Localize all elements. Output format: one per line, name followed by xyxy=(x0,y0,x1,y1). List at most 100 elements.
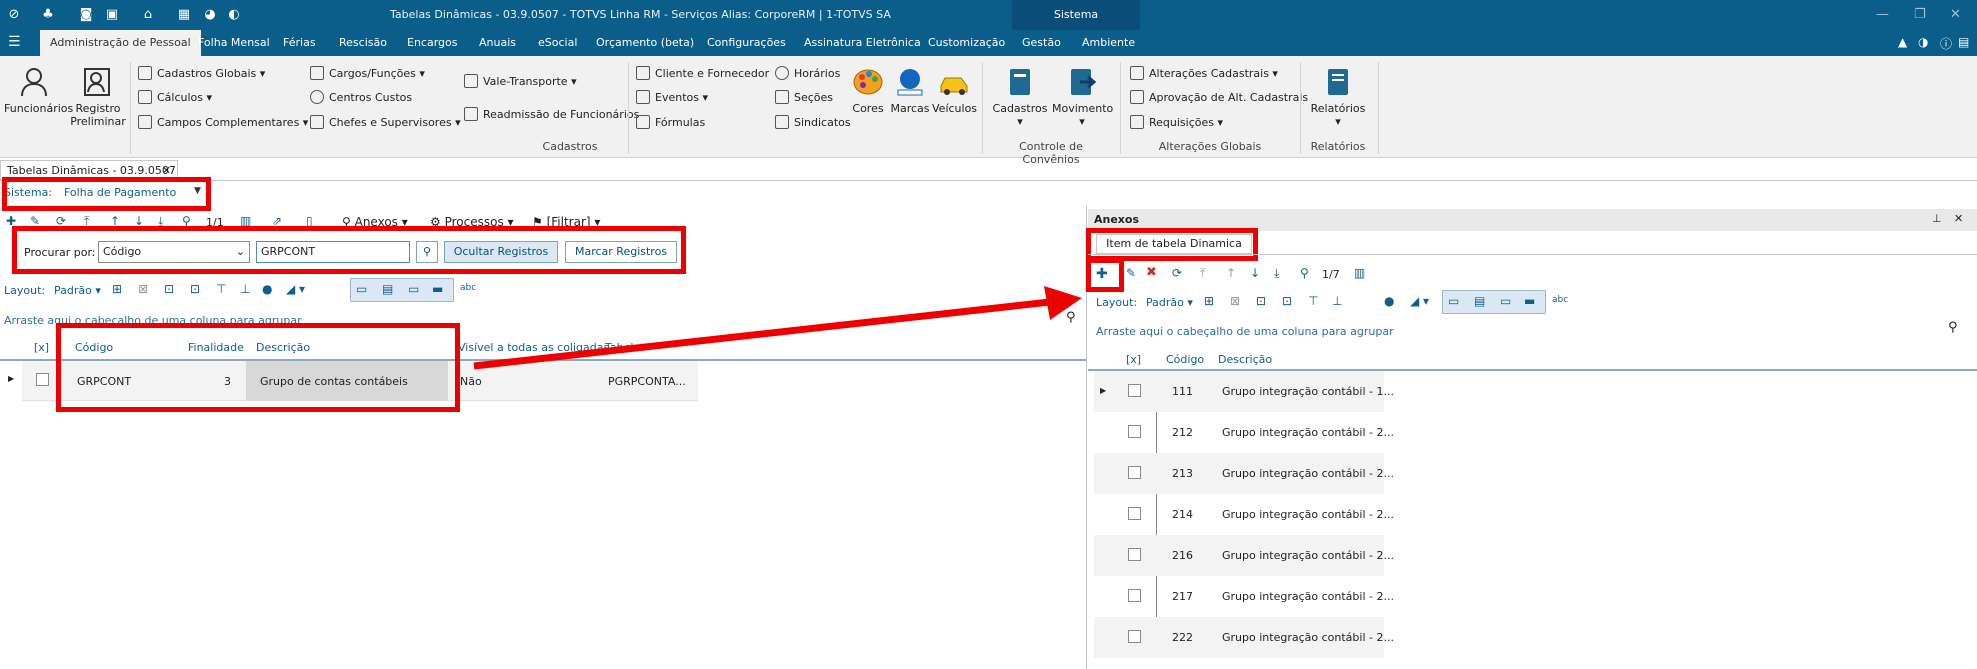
totvs-logo-icon[interactable]: ⊘ xyxy=(6,7,22,23)
collapse-icon[interactable]: ⊠ xyxy=(1230,294,1240,308)
layout-dropdown[interactable]: Padrão ▾ xyxy=(54,284,101,297)
collapse-icon[interactable]: ⊠ xyxy=(138,282,148,296)
collapse-ribbon-icon[interactable]: ▲ xyxy=(1898,35,1907,49)
network-icon[interactable]: ♣ xyxy=(40,7,56,23)
down-box-icon[interactable]: ⊡ xyxy=(1282,294,1292,308)
expand-icon[interactable]: ⊞ xyxy=(112,282,122,296)
screen-icon[interactable]: ▣ xyxy=(104,7,120,23)
layout-split-icon[interactable]: ▤ xyxy=(382,282,393,296)
up-box-icon[interactable]: ⊡ xyxy=(164,282,174,296)
menu-encargos[interactable]: Encargos xyxy=(397,30,467,56)
row-checkbox[interactable] xyxy=(1128,425,1141,438)
layout-top-icon[interactable]: ▭ xyxy=(1500,294,1511,308)
help-circle-icon[interactable]: ◑ xyxy=(1918,35,1928,49)
col-check[interactable]: [x] xyxy=(34,341,49,354)
aprovacao-item[interactable]: Aprovação de Alt. Cadastrais xyxy=(1130,90,1308,106)
row-checkbox[interactable] xyxy=(1128,589,1141,602)
calculator-icon[interactable]: ▦ xyxy=(176,7,192,23)
layout-top-icon[interactable]: ▭ xyxy=(408,282,419,296)
palette-icon[interactable]: ● xyxy=(1384,294,1394,308)
minimize-icon[interactable]: — xyxy=(1876,7,1889,22)
close-icon[interactable]: ✕ xyxy=(1950,7,1961,22)
pin-icon[interactable]: ⊤ xyxy=(1308,294,1318,308)
row-checkbox[interactable] xyxy=(1128,384,1141,397)
pin-down-icon[interactable]: ⊥ xyxy=(240,282,250,296)
chefes-item[interactable]: Chefes e Supervisores ▾ xyxy=(310,115,461,131)
edit-icon[interactable]: ✎ xyxy=(1126,266,1136,280)
first-icon[interactable]: ⤒ xyxy=(1200,266,1205,281)
cores-button[interactable]: Cores xyxy=(848,66,888,115)
pin-icon[interactable]: ⊤ xyxy=(216,282,226,296)
menu-assinatura[interactable]: Assinatura Eletrônica xyxy=(794,30,931,56)
menu-ferias[interactable]: Férias xyxy=(273,30,326,56)
restore-icon[interactable]: ❐ xyxy=(1914,7,1926,22)
layout-full-icon[interactable]: ▬ xyxy=(432,282,443,296)
refresh-icon[interactable]: ⟳ xyxy=(1172,266,1182,280)
down-box-icon[interactable]: ⊡ xyxy=(190,282,200,296)
help-icon[interactable]: ◐ xyxy=(226,7,242,23)
row-checkbox[interactable] xyxy=(1128,548,1141,561)
cargos-item[interactable]: Cargos/Funções ▾ xyxy=(310,66,425,82)
pin-down-icon[interactable]: ⊥ xyxy=(1332,294,1342,308)
up-box-icon[interactable]: ⊡ xyxy=(1256,294,1266,308)
menu-configuracoes[interactable]: Configurações xyxy=(697,30,796,56)
delete-icon[interactable]: ✖ xyxy=(1146,265,1157,280)
veiculos-button[interactable]: Veículos xyxy=(932,66,977,115)
hamburger-icon[interactable]: ☰ xyxy=(8,34,21,50)
campos-complementares-item[interactable]: Campos Complementares ▾ xyxy=(138,115,308,131)
menu-administracao[interactable]: Administração de Pessoal xyxy=(40,30,201,56)
secoes-item[interactable]: Seções xyxy=(775,90,833,106)
menu-rescisao[interactable]: Rescisão xyxy=(329,30,397,56)
info-icon[interactable]: ⓘ xyxy=(1940,35,1952,52)
layout-dropdown-right[interactable]: Padrão ▾ xyxy=(1146,296,1193,309)
menu-anuais[interactable]: Anuais xyxy=(469,30,526,56)
eventos-item[interactable]: Eventos ▾ xyxy=(636,90,708,106)
centros-custos-item[interactable]: Centros Custos xyxy=(310,90,412,106)
home-icon[interactable]: ⌂ xyxy=(140,7,156,23)
prev-icon[interactable]: ↑ xyxy=(1226,266,1236,280)
alteracoes-cadastrais-item[interactable]: Alterações Cadastrais ▾ xyxy=(1130,66,1278,82)
formulas-item[interactable]: Fórmulas xyxy=(636,115,705,131)
marcas-button[interactable]: Marcas xyxy=(890,66,930,115)
vale-transporte-item[interactable]: Vale-Transporte ▾ xyxy=(464,74,577,90)
col-check[interactable]: [x] xyxy=(1126,353,1141,366)
funcionarios-button[interactable]: Funcionários xyxy=(4,66,73,115)
pin-panel-icon[interactable]: ⊥ xyxy=(1932,212,1942,225)
readmissao-item[interactable]: Readmissão de Funcionários xyxy=(464,107,639,123)
search-icon[interactable]: ⚲ xyxy=(1300,266,1309,280)
layout-full-icon[interactable]: ▬ xyxy=(1524,294,1535,308)
menu-esocial[interactable]: eSocial xyxy=(528,30,587,56)
menu-orcamento[interactable]: Orçamento (beta) xyxy=(586,30,704,56)
last-icon[interactable]: ⤓ xyxy=(1274,266,1279,281)
globe-icon[interactable]: ◕ xyxy=(202,7,218,23)
menu-folha-mensal[interactable]: Folha Mensal xyxy=(188,30,280,56)
expand-icon[interactable]: ⊞ xyxy=(1204,294,1214,308)
movimento-button[interactable]: Movimento ▾ xyxy=(1052,66,1113,128)
relatorios-button[interactable]: Relatórios ▾ xyxy=(1308,66,1368,128)
requisicoes-item[interactable]: Requisições ▾ xyxy=(1130,115,1223,131)
menu-customizacao[interactable]: Customização xyxy=(918,30,1015,56)
row-checkbox[interactable] xyxy=(1128,466,1141,479)
row-checkbox[interactable] xyxy=(1128,507,1141,520)
row-checkbox[interactable] xyxy=(36,373,49,386)
horarios-item[interactable]: Horários xyxy=(775,66,840,82)
next-icon[interactable]: ↓ xyxy=(1250,266,1260,280)
cliente-fornecedor-item[interactable]: Cliente e Fornecedor xyxy=(636,66,769,82)
search-icon[interactable]: ⚲ xyxy=(1948,320,1958,335)
text-style-icon[interactable]: abc xyxy=(1552,295,1568,305)
layout-single-icon[interactable]: ▭ xyxy=(1448,294,1459,308)
settings-icon[interactable]: ▤ xyxy=(1958,35,1969,49)
layout-split-icon[interactable]: ▤ xyxy=(1474,294,1485,308)
palette-icon[interactable]: ● xyxy=(262,282,272,296)
menu-ambiente[interactable]: Ambiente xyxy=(1072,30,1145,56)
cadastros-globais-item[interactable]: Cadastros Globais ▾ xyxy=(138,66,265,82)
col-codigo[interactable]: Código xyxy=(1166,353,1204,366)
calculos-item[interactable]: Cálculos ▾ xyxy=(138,90,212,106)
close-tab-icon[interactable]: ✕ xyxy=(162,164,171,177)
columns-icon[interactable]: ▥ xyxy=(1354,266,1365,280)
chart-icon[interactable]: ◢ ▾ xyxy=(286,282,305,296)
col-descricao[interactable]: Descrição xyxy=(1218,353,1272,366)
camera-icon[interactable]: ◙ xyxy=(78,7,94,23)
row-checkbox[interactable] xyxy=(1128,630,1141,643)
chart-icon[interactable]: ◢ ▾ xyxy=(1410,294,1429,308)
